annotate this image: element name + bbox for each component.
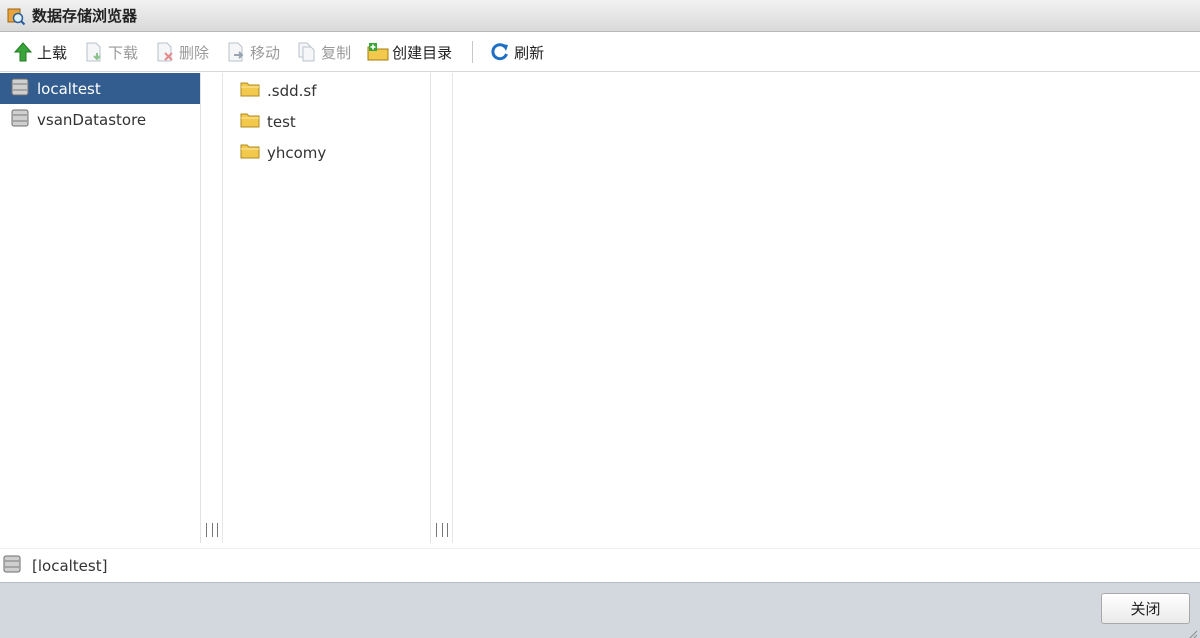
refresh-label: 刷新: [514, 43, 545, 62]
toolbar-separator: [472, 41, 474, 63]
refresh-icon: [489, 41, 511, 63]
folder-icon: [240, 81, 260, 101]
folder-item[interactable]: yhcomy: [223, 137, 430, 168]
refresh-button[interactable]: 刷新: [485, 38, 548, 66]
close-button[interactable]: 关闭: [1101, 593, 1190, 624]
dialog-footer: 关闭: [0, 582, 1200, 638]
resize-grip-icon[interactable]: [1188, 626, 1198, 638]
move-label: 移动: [250, 43, 281, 62]
path-bar: [localtest]: [0, 548, 1200, 582]
new-folder-icon: [367, 41, 389, 63]
folder-item[interactable]: test: [223, 106, 430, 137]
delete-file-icon: [154, 41, 176, 63]
datastore-label: vsanDatastore: [37, 110, 147, 129]
datastore-icon: [11, 78, 29, 100]
window-titlebar: 数据存储浏览器: [0, 0, 1200, 32]
folder-label: .sdd.sf: [267, 81, 317, 100]
copy-button[interactable]: 复制: [292, 38, 355, 66]
folder-label: yhcomy: [267, 143, 327, 162]
folder-icon: [240, 112, 260, 132]
copy-file-icon: [296, 41, 318, 63]
datastore-icon: [11, 109, 29, 131]
window-title: 数据存储浏览器: [32, 7, 138, 25]
folder-item[interactable]: .sdd.sf: [223, 75, 430, 106]
upload-arrow-icon: [12, 41, 34, 63]
datastore-label: localtest: [37, 79, 101, 98]
upload-button[interactable]: 上载: [8, 38, 71, 66]
splitter-grip-icon: [206, 523, 218, 537]
delete-button[interactable]: 删除: [150, 38, 213, 66]
create-directory-label: 创建目录: [392, 43, 453, 62]
copy-label: 复制: [321, 43, 352, 62]
current-path: [localtest]: [32, 556, 108, 575]
pane-splitter[interactable]: [201, 73, 223, 543]
datastore-item-vsandatastore[interactable]: vsanDatastore: [0, 104, 200, 135]
folder-icon: [240, 143, 260, 163]
folder-list: .sdd.sf test yhcomy: [223, 73, 431, 543]
file-detail-pane: [453, 73, 1200, 543]
folder-label: test: [267, 112, 296, 131]
delete-label: 删除: [179, 43, 210, 62]
download-button[interactable]: 下载: [79, 38, 142, 66]
datastore-list: localtest vsanDatastore: [0, 73, 201, 543]
datastore-item-localtest[interactable]: localtest: [0, 73, 200, 104]
create-directory-button[interactable]: 创建目录: [363, 38, 456, 66]
datastore-browser-icon: [6, 6, 26, 26]
download-file-icon: [83, 41, 105, 63]
download-label: 下载: [108, 43, 139, 62]
move-button[interactable]: 移动: [221, 38, 284, 66]
datastore-icon: [3, 555, 21, 577]
splitter-grip-icon: [436, 523, 448, 537]
pane-splitter[interactable]: [431, 73, 453, 543]
upload-label: 上载: [37, 43, 68, 62]
move-file-icon: [225, 41, 247, 63]
toolbar: 上载 下载 删除 移动 复制 创建目录 刷新: [0, 33, 1200, 72]
